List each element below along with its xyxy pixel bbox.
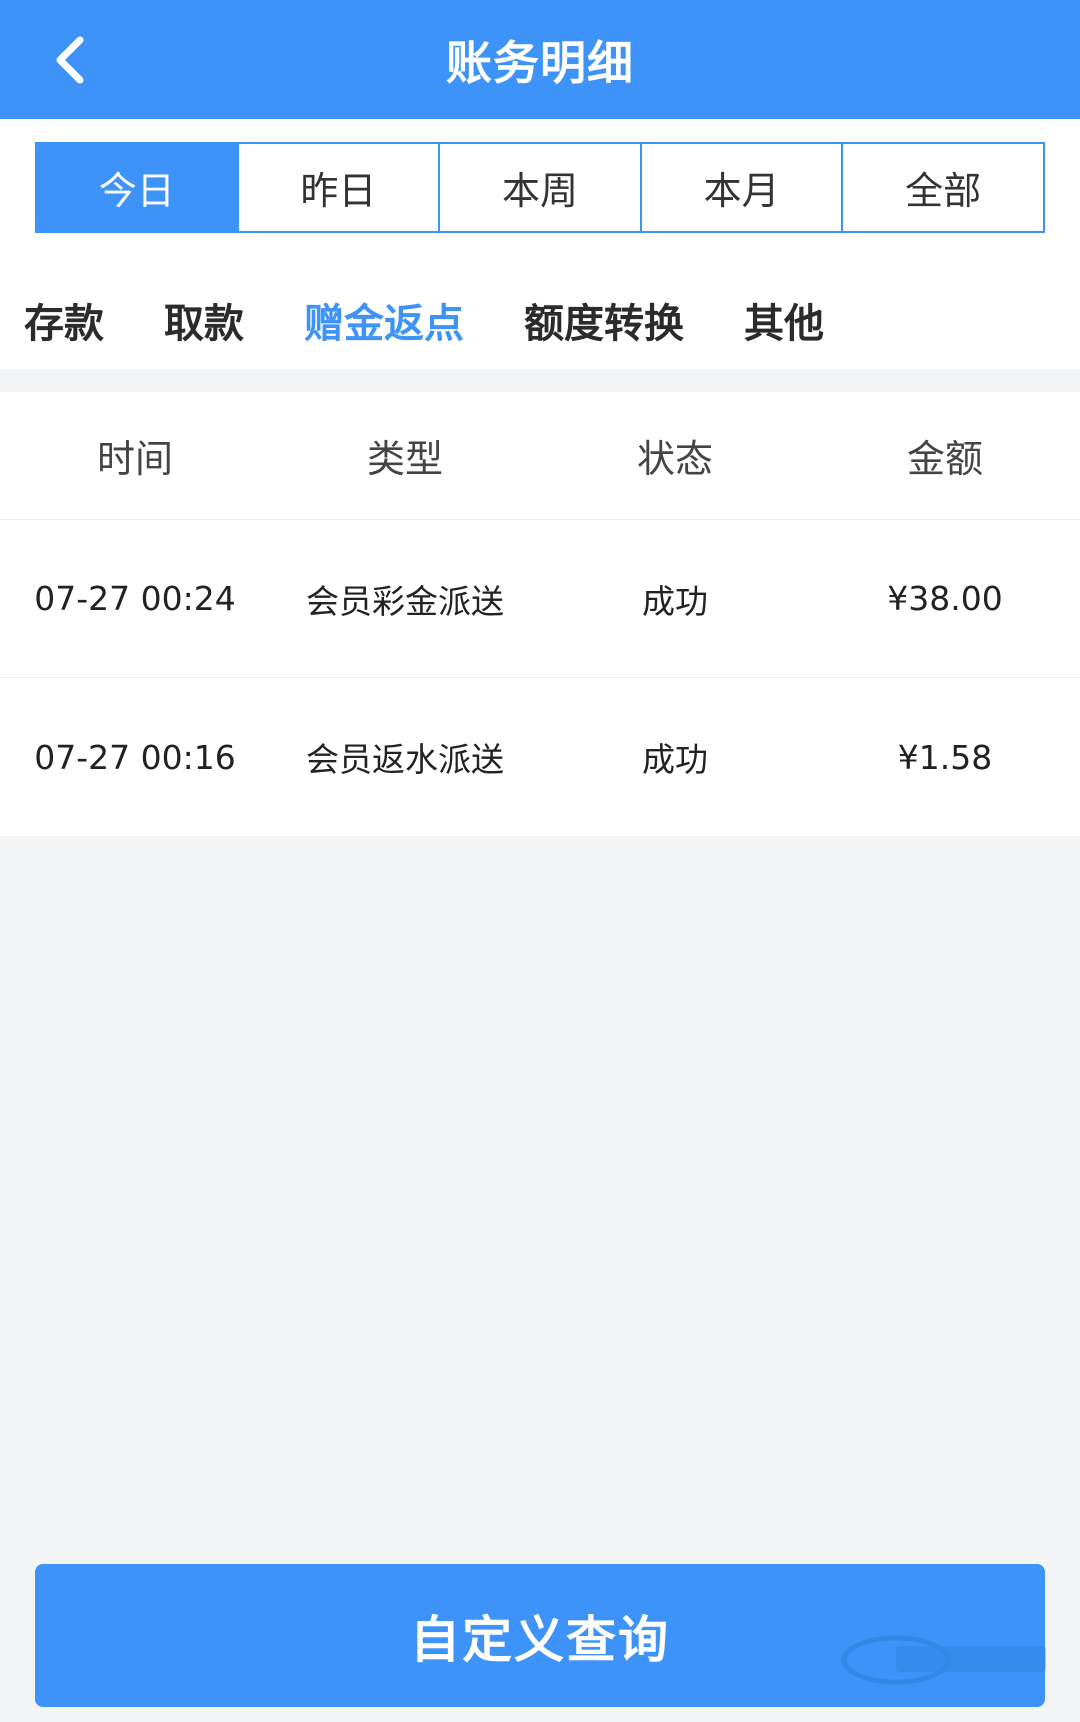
tab-this-week[interactable]: 本周 <box>438 144 640 231</box>
table-row[interactable]: 07-27 00:16 会员返水派送 成功 ¥1.58 <box>0 678 1080 836</box>
date-range-tabs: 今日 昨日 本周 本月 全部 <box>35 142 1045 233</box>
row-type: 会员彩金派送 <box>306 581 504 621</box>
tab-deposit[interactable]: 存款 <box>24 291 104 349</box>
back-button[interactable] <box>30 20 110 100</box>
tab-yesterday[interactable]: 昨日 <box>236 144 439 231</box>
row-status: 成功 <box>642 740 708 779</box>
tab-transfer[interactable]: 额度转换 <box>524 291 684 349</box>
row-status: 成功 <box>642 581 708 621</box>
page-title: 账务明细 <box>446 35 634 90</box>
custom-query-label: 自定义查询 <box>410 1610 670 1669</box>
column-header-amount: 金额 <box>906 437 983 481</box>
column-header-status: 状态 <box>636 437 713 481</box>
transaction-table: 时间 类型 状态 金额 07-27 00:24 会员彩金派送 成功 ¥38.00… <box>0 392 1080 836</box>
tab-all[interactable]: 全部 <box>841 144 1043 231</box>
tab-today[interactable]: 今日 <box>37 144 237 231</box>
row-amount: ¥1.58 <box>897 737 993 777</box>
watermark-logo <box>841 1635 1046 1685</box>
tab-withdraw[interactable]: 取款 <box>164 291 244 349</box>
tab-other[interactable]: 其他 <box>744 291 824 349</box>
tab-this-month[interactable]: 本月 <box>639 144 842 231</box>
table-row[interactable]: 07-27 00:24 会员彩金派送 成功 ¥38.00 <box>0 520 1080 678</box>
table-header: 时间 类型 状态 金额 <box>0 392 1080 520</box>
row-amount: ¥38.00 <box>887 579 1003 618</box>
category-tabs: 存款 取款 赠金返点 额度转换 其他 <box>24 290 884 350</box>
row-time: 07-27 00:16 <box>34 737 236 777</box>
row-time: 07-27 00:24 <box>34 579 236 618</box>
row-type: 会员返水派送 <box>306 740 504 779</box>
column-header-time: 时间 <box>96 437 173 481</box>
top-bar: 账务明细 <box>0 0 1080 119</box>
column-header-type: 类型 <box>366 437 443 481</box>
tab-bonus-rebate[interactable]: 赠金返点 <box>304 291 464 349</box>
chevron-left-icon <box>56 36 84 84</box>
